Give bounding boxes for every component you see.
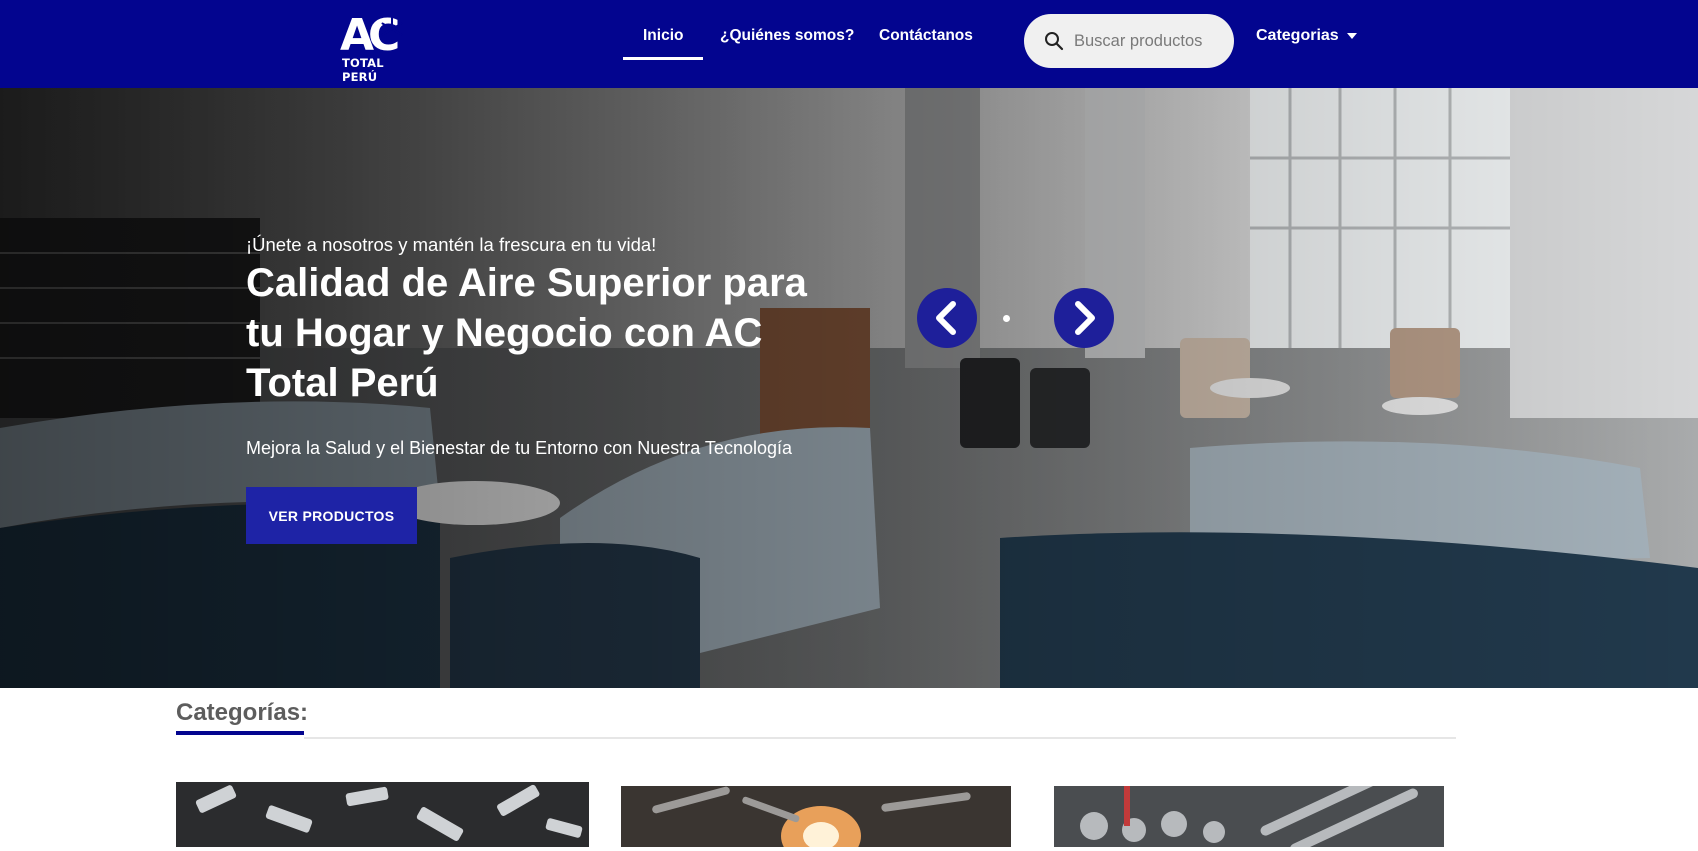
hero-slider: ¡Únete a nosotros y mantén la frescura e… [0, 88, 1698, 688]
search-box [1024, 14, 1234, 68]
slider-prev-button[interactable] [917, 288, 977, 348]
logo-text: TOTAL PERÚ [342, 56, 384, 84]
site-header: A C TOTAL PERÚ Inicio ¿Quiénes somos? Co… [0, 0, 1698, 88]
nav-quienes-somos[interactable]: ¿Quiénes somos? [720, 27, 854, 53]
category-card[interactable] [1054, 786, 1444, 851]
search-icon[interactable] [1044, 31, 1064, 51]
hero-title: Calidad de Aire Superior para tu Hogar y… [246, 261, 807, 405]
category-card[interactable] [621, 786, 1011, 851]
chevron-left-icon [936, 301, 956, 335]
nav-inicio[interactable]: Inicio [622, 27, 705, 60]
slider-next-button[interactable] [1054, 288, 1114, 348]
slider-dot[interactable] [1003, 315, 1010, 322]
chevron-right-icon [1075, 301, 1095, 335]
categories-section-title: Categorías: [176, 699, 309, 726]
hero-subtitle: Mejora la Salud y el Bienestar de tu Ent… [246, 438, 792, 458]
categories-dropdown[interactable]: Categorias [1256, 27, 1357, 53]
section-divider [304, 737, 1456, 739]
category-image [621, 786, 1011, 851]
hero-eyebrow: ¡Únete a nosotros y mantén la frescura e… [246, 234, 657, 255]
title-underline [176, 731, 304, 735]
ac-logo-mark: A C [340, 10, 403, 56]
category-image [1054, 786, 1444, 851]
categories-dropdown-label: Categorias [1256, 27, 1339, 44]
caret-down-icon [1346, 32, 1357, 39]
search-input[interactable] [1074, 14, 1224, 68]
site-logo[interactable]: A C TOTAL PERÚ [338, 6, 422, 84]
nav-contactanos[interactable]: Contáctanos [879, 27, 973, 53]
ver-productos-button[interactable]: VER PRODUCTOS [246, 487, 417, 544]
category-card[interactable] [176, 782, 589, 847]
category-image [176, 782, 589, 847]
